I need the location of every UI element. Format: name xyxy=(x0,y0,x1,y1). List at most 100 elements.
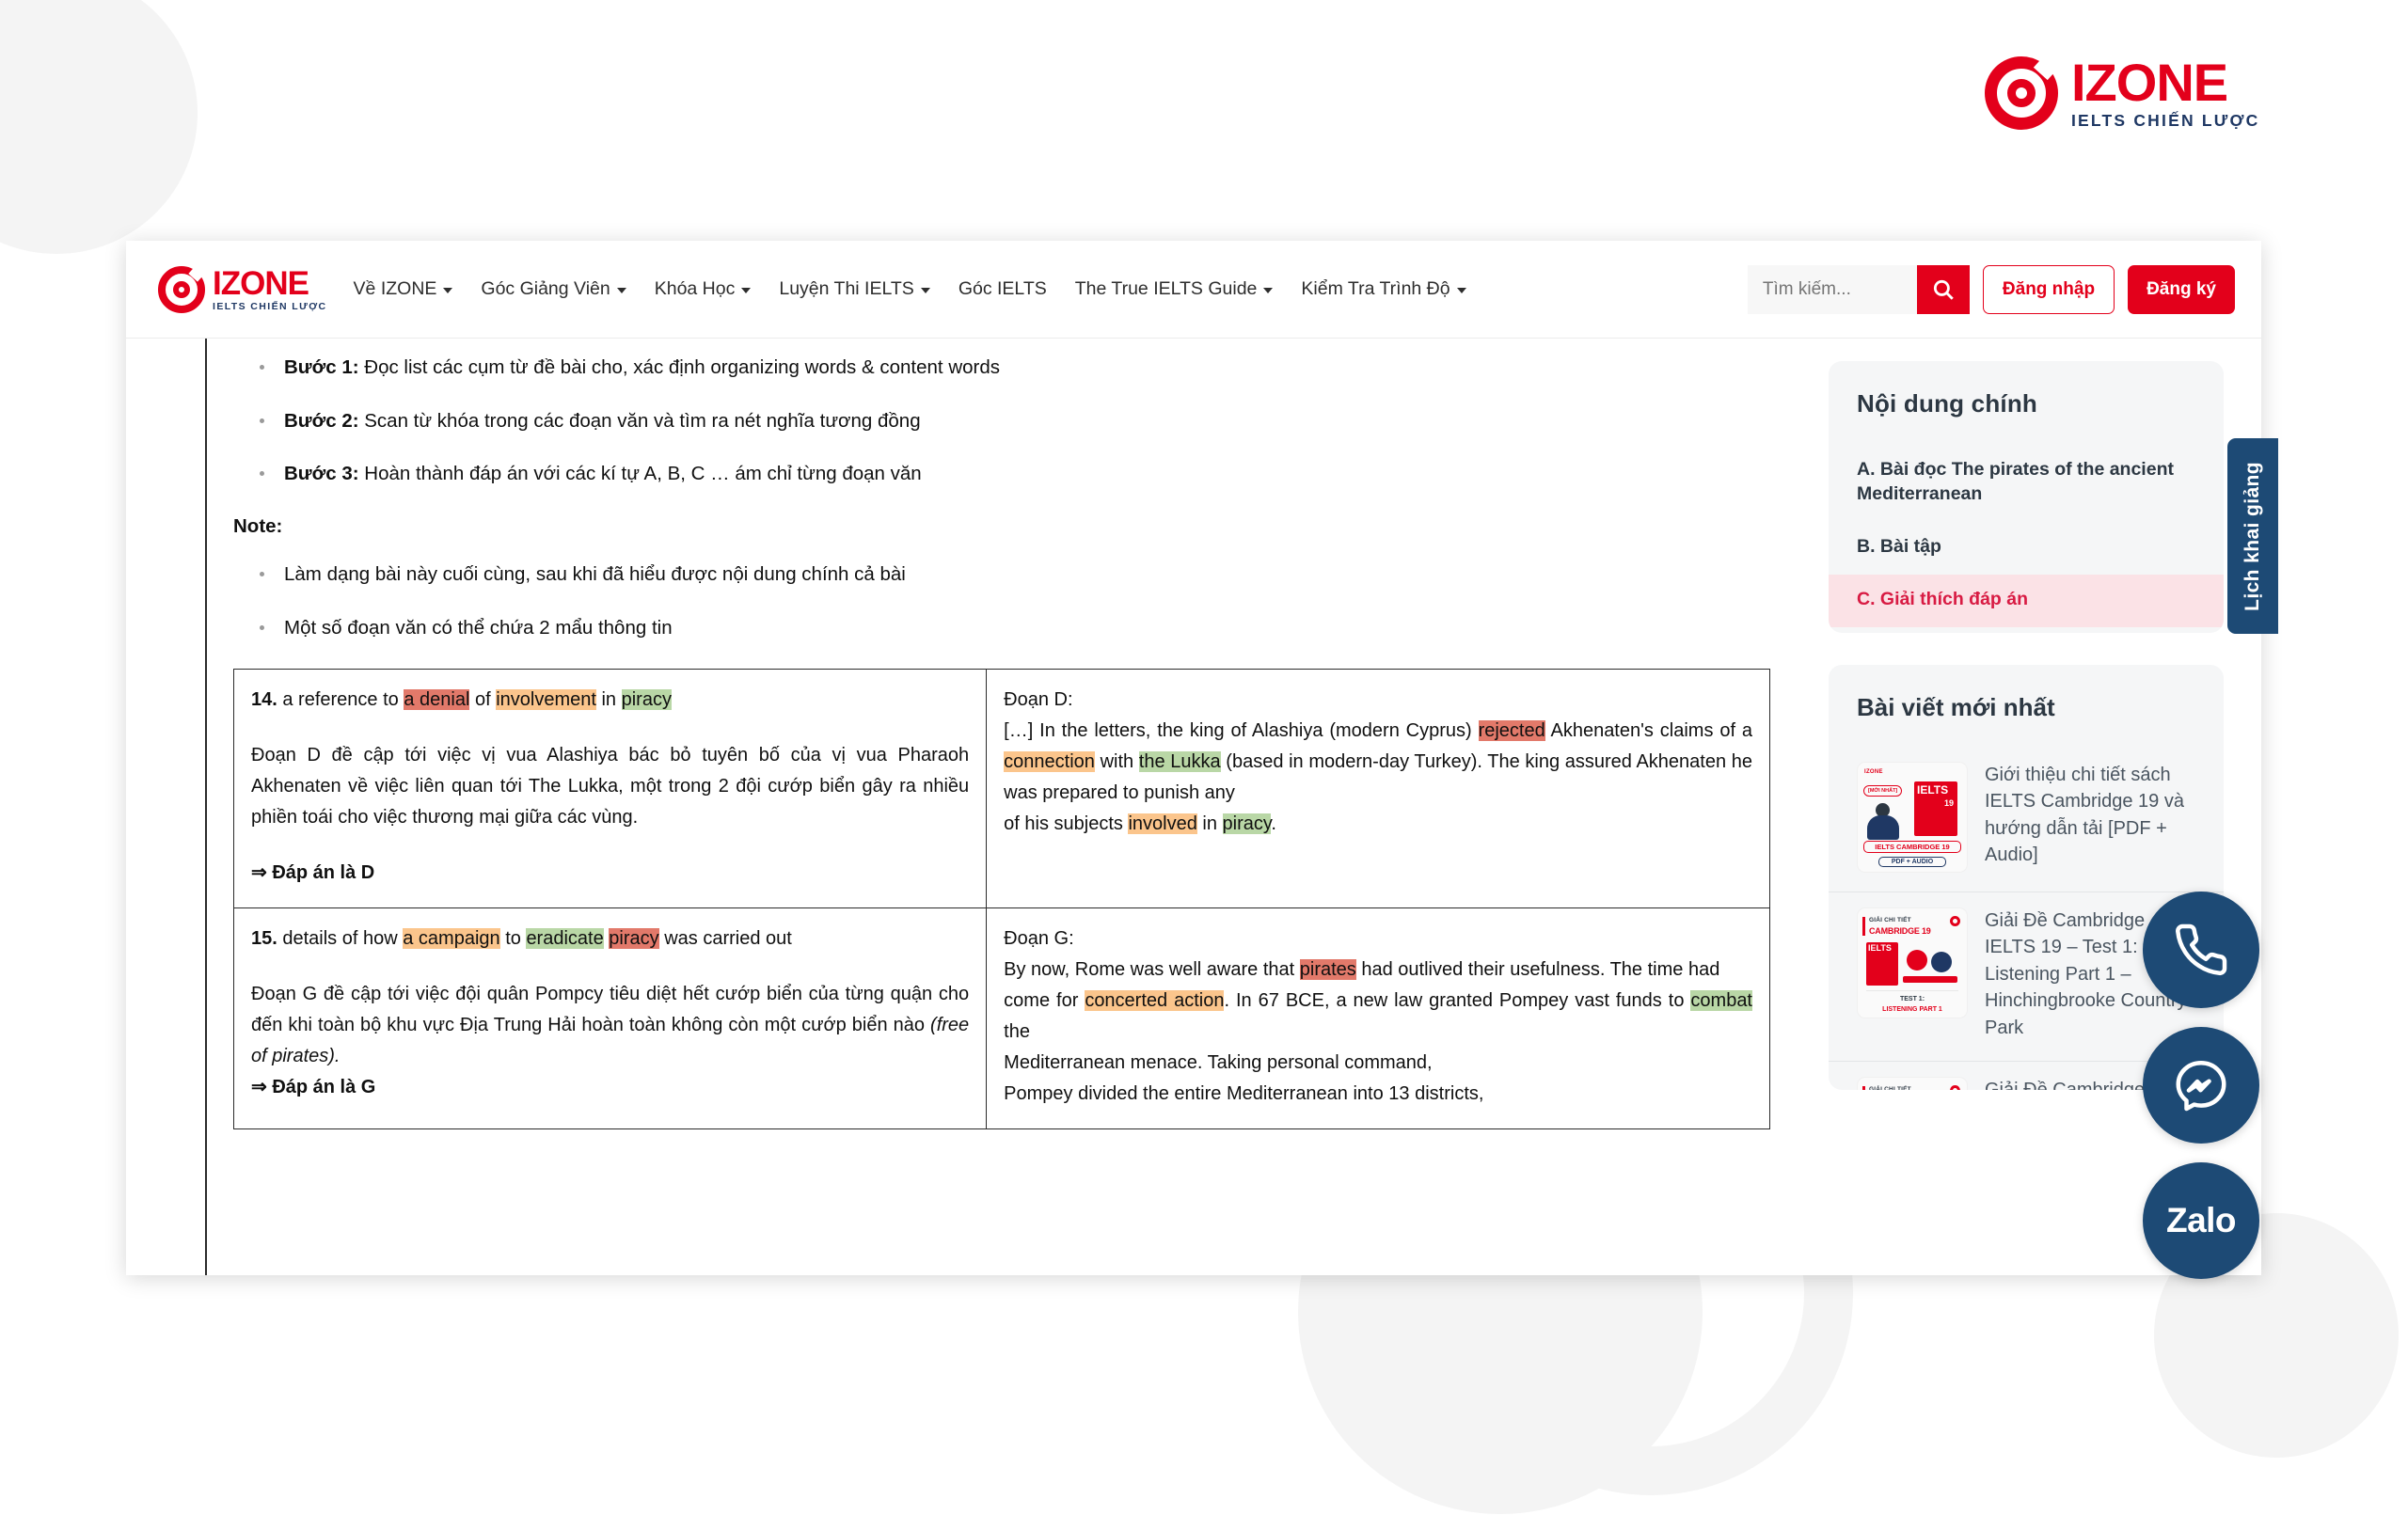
decorative-blob xyxy=(0,0,198,254)
highlight-orange: connection xyxy=(1004,751,1095,773)
passage-part: […] In the letters, the king of Alashiya… xyxy=(1004,720,1479,742)
toc-item-c[interactable]: C. Giải thích đáp án xyxy=(1829,574,2224,627)
highlight-orange: a campaign xyxy=(403,928,500,950)
izone-target-icon xyxy=(158,263,206,313)
login-button[interactable]: Đăng nhập xyxy=(1982,264,2115,314)
page-root: IZONE IELTS CHIẾN LƯỢC IZONE IELTS CHIẾN… xyxy=(0,0,2408,1515)
search-icon xyxy=(1933,279,1954,300)
brand-name: IZONE xyxy=(2071,53,2228,113)
article-thumbnail-cam19-cover: IZONE [MỚI NHẤT] IELTS 19 IELTS CAMBRIDG… xyxy=(1857,761,1968,873)
passage-part: By now, Rome was well aware that xyxy=(1004,959,1300,981)
search-button[interactable] xyxy=(1916,264,1970,314)
passage-part: come for xyxy=(1004,990,1085,1012)
passage-cell-14: Đoạn D: […] In the letters, the king of … xyxy=(986,669,1770,909)
list-item: Bước 1: Đọc list các cụm từ đề bài cho, … xyxy=(258,355,1770,380)
article-title: Giới thiệu chi tiết sách IELTS Cambridge… xyxy=(1985,764,2184,866)
highlight-red: a denial xyxy=(404,689,470,711)
passage-text-15-c: Mediterranean menace. Taking personal co… xyxy=(1004,1052,1433,1074)
question-text-15: 15. details of how a campaign to eradica… xyxy=(251,923,969,955)
nav-item-ve-izone[interactable]: Về IZONE xyxy=(354,278,453,300)
nav-item-khoa-hoc[interactable]: Khóa Học xyxy=(655,278,752,300)
question-post: was carried out xyxy=(658,928,792,950)
step-lead: Bước 3: xyxy=(284,463,359,485)
nav-label: Góc IELTS xyxy=(958,278,1047,299)
thumb-line-1: GIẢI CHI TIẾT xyxy=(1869,916,1911,923)
chevron-down-icon xyxy=(920,288,930,293)
site-window: IZONE IELTS CHIẾN LƯỢC Về IZONE Góc Giản… xyxy=(126,241,2261,1275)
nav-item-luyen-thi-ielts[interactable]: Luyện Thi IELTS xyxy=(779,278,930,300)
question-pre: a reference to xyxy=(277,689,404,711)
header-brand-tagline: IELTS CHIẾN LƯỢC xyxy=(213,300,327,312)
article-thumbnail-cam19-solution: GIẢI CHI TIẾT CAMBRIDGE 19 IELTS TEST 1: xyxy=(1857,907,1968,1018)
toc-item-b[interactable]: B. Bài tập xyxy=(1829,522,2224,575)
thumb-divider xyxy=(1866,989,1958,991)
step-lead: Bước 1: xyxy=(284,356,359,378)
toc-title: Nội dung chính xyxy=(1857,389,2037,418)
thumb-person-body xyxy=(1867,814,1899,840)
question-mid: in xyxy=(595,689,622,711)
passage-text-15-d: Pompey divided the entire Mediterranean … xyxy=(1004,1083,1484,1105)
nav-item-goc-ielts[interactable]: Góc IELTS xyxy=(958,278,1047,300)
thumb-line-1: GIẢI CHI TIẾT xyxy=(1869,1085,1911,1090)
register-button[interactable]: Đăng ký xyxy=(2128,264,2235,314)
thumb-desk xyxy=(1903,975,1957,983)
article-column: Bước 1: Đọc list các cụm từ đề bài cho, … xyxy=(205,339,1791,1275)
notes-list: Làm dạng bài này cuối cùng, sau khi đã h… xyxy=(258,562,1770,639)
site-header: IZONE IELTS CHIẾN LƯỢC Về IZONE Góc Giản… xyxy=(126,241,2261,339)
passage-part: had outlived their usefulness. The time … xyxy=(1355,959,1720,981)
thumb-book-title: IELTS xyxy=(1868,942,1892,953)
step-rest: Scan từ khóa trong các đoạn văn và tìm r… xyxy=(358,409,921,432)
call-fab[interactable] xyxy=(2143,892,2259,1008)
thumb-accent-bar xyxy=(1862,916,1865,936)
step-lead: Bước 2: xyxy=(284,409,359,432)
explanation-table: 14. a reference to a denial of involveme… xyxy=(232,669,1770,1130)
site-body: Bước 1: Đọc list các cụm từ đề bài cho, … xyxy=(126,339,2261,1275)
question-mid: of xyxy=(469,689,497,711)
schedule-tab-label: Lịch khai giảng xyxy=(2242,461,2263,611)
list-item[interactable]: IZONE [MỚI NHẤT] IELTS 19 IELTS CAMBRIDG… xyxy=(1829,747,2224,892)
chevron-down-icon xyxy=(741,288,752,293)
list-item: Một số đoạn văn có thể chứa 2 mẩu thông … xyxy=(258,616,1770,640)
explanation-part: Đoạn G đề cập tới việc đội quân Pompcy t… xyxy=(251,984,970,1036)
question-cell-14: 14. a reference to a denial of involveme… xyxy=(232,669,988,909)
explanation-text-15: Đoạn G đề cập tới việc đội quân Pompcy t… xyxy=(251,979,969,1072)
thumb-book: IELTS xyxy=(1866,941,1898,986)
thumb-caption-1: TEST 1: xyxy=(1899,995,1925,1002)
nav-item-kiem-tra-trinh-do[interactable]: Kiểm Tra Trình Độ xyxy=(1301,278,1466,300)
passage-text-15-a: By now, Rome was well aware that pirates… xyxy=(1004,955,1752,986)
thumb-person-b xyxy=(1931,951,1952,972)
nav-item-goc-giang-vien[interactable]: Góc Giảng Viên xyxy=(481,278,626,300)
izone-target-icon xyxy=(1950,1084,1960,1090)
question-text-14: 14. a reference to a denial of involveme… xyxy=(251,685,969,716)
search-input[interactable] xyxy=(1747,264,1917,314)
thumb-brand: IZONE xyxy=(1864,768,1883,775)
answer-14: ⇒ Đáp án là D xyxy=(251,862,375,884)
nav-item-true-ielts-guide[interactable]: The True IELTS Guide xyxy=(1075,278,1274,300)
passage-part: Akhenaten's claims of a xyxy=(1545,720,1752,742)
passage-label-14: Đoạn D: xyxy=(1004,689,1073,711)
passage-cell-15: Đoạn G: By now, Rome was well aware that… xyxy=(986,907,1770,1130)
thumb-band-2: PDF + AUDIO xyxy=(1878,856,1946,867)
thumb-tag: [MỚI NHẤT] xyxy=(1863,784,1903,797)
question-cell-15: 15. details of how a campaign to eradica… xyxy=(232,907,988,1130)
chevron-down-icon xyxy=(616,288,626,293)
passage-text-14: […] In the letters, the king of Alashiya… xyxy=(1004,716,1752,809)
chevron-down-icon xyxy=(443,288,453,293)
table-row: 14. a reference to a denial of involveme… xyxy=(232,669,1770,909)
explanation-text-14: Đoạn D đề cập tới việc vị vua Alashiya b… xyxy=(251,745,970,829)
left-gutter xyxy=(126,339,205,1275)
main-nav: Về IZONE Góc Giảng Viên Khóa Học Luyện T… xyxy=(354,278,1466,300)
messenger-fab[interactable] xyxy=(2143,1027,2259,1144)
highlight-green: the Lukka xyxy=(1138,751,1221,773)
schedule-tab[interactable]: Lịch khai giảng xyxy=(2227,438,2278,634)
thumb-person-a xyxy=(1907,949,1927,971)
header-logo[interactable]: IZONE IELTS CHIẾN LƯỢC xyxy=(158,263,327,313)
zalo-fab[interactable]: Zalo xyxy=(2143,1162,2259,1279)
thumb-book-number: 19 xyxy=(1943,797,1954,808)
nav-label: Khóa Học xyxy=(654,278,736,299)
chevron-down-icon xyxy=(1263,288,1274,293)
toc-item-a[interactable]: A. Bài đọc The pirates of the ancient Me… xyxy=(1829,445,2224,522)
thumb-caption-2: LISTENING PART 1 xyxy=(1882,1005,1942,1013)
passage-text-14-b: of his subjects involved in piracy. xyxy=(1004,809,1752,840)
search-bar xyxy=(1747,264,1970,314)
